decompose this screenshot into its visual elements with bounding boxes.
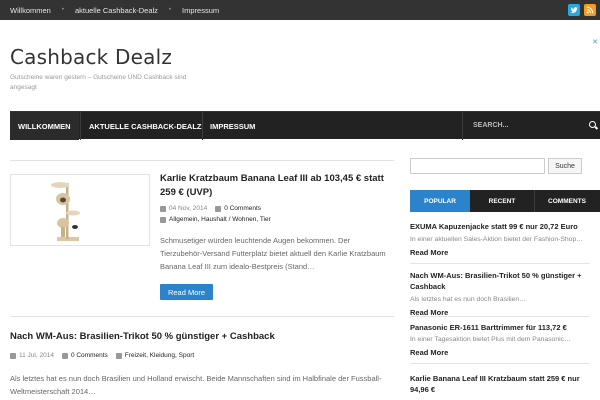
top-nav-item-willkommen[interactable]: Willkommen [10,6,51,15]
post-date: 04 Nov, 2014 [169,205,208,212]
sidebar-search-button[interactable]: Suche [548,158,582,174]
post-thumbnail[interactable] [10,174,150,246]
post-category-list[interactable]: Freizeit, Kleidung, Sport [125,352,194,359]
post-categories: Allgemein, Haushalt / Wohnen, Tier [160,216,271,223]
top-nav-item-impressum[interactable]: Impressum [182,6,219,15]
close-icon[interactable]: ✕ [592,38,598,46]
post-title[interactable]: Karlie Kratzbaum Banana Leaf III ab 103,… [160,172,392,200]
post-divider [10,160,394,161]
tab-recent[interactable]: RECENT [470,190,534,212]
main-nav: WILLKOMMEN AKTUELLE CASHBACK-DEALZ IMPRE… [10,111,600,140]
separator: • [61,7,64,13]
nav-search[interactable]: SEARCH... [462,112,600,140]
sidebar-post-title[interactable]: Panasonic ER-1611 Barttrimmer für 113,72… [410,322,590,333]
tab-popular[interactable]: POPULAR [410,190,470,212]
search-icon[interactable] [589,121,596,128]
twitter-icon[interactable] [568,4,580,16]
sidebar-divider [410,316,590,317]
site-tagline: Gutscheine waren gestern – Gutscheine UN… [10,74,187,91]
post-meta: 04 Nov, 2014 0 Comments [160,205,261,212]
sidebar-post-title[interactable]: Nach WM-Aus: Brasilien-Trikot 50 % günst… [410,270,590,292]
nav-item-impressum[interactable]: IMPRESSUM [202,112,263,140]
post-divider [10,316,394,317]
sidebar-divider [410,263,590,264]
nav-item-willkommen[interactable]: WILLKOMMEN [10,112,79,140]
folder-icon [160,216,166,223]
comments-icon [61,352,68,359]
sidebar-divider [410,363,590,364]
sidebar-read-more[interactable]: Read More [410,247,590,258]
sidebar-post-title[interactable]: EXUMA Kapuzenjacke statt 99 € nur 20,72 … [410,221,590,232]
top-bar: Willkommen • aktuelle Cashback-Dealz • I… [0,0,600,20]
comments-icon [215,205,222,212]
sidebar-read-more[interactable]: Read More [410,347,590,358]
post-comments[interactable]: 0 Comments [224,205,261,212]
sidebar-post-excerpt: In einer aktuellen Sales-Aktion bietet d… [410,236,584,243]
post-category-list[interactable]: Allgemein, Haushalt / Wohnen, Tier [169,216,271,223]
site-title[interactable]: Cashback Dealz [10,45,172,69]
top-nav-item-cashback-dealz[interactable]: aktuelle Cashback-Dealz [75,6,158,15]
post-date: 11 Jul, 2014 [19,352,54,359]
calendar-icon [10,352,16,359]
post-meta: 11 Jul, 2014 0 Comments Freizeit, Kleidu… [10,352,194,359]
cat-tree-image [51,182,80,241]
folder-icon [115,352,122,359]
nav-item-cashback-dealz[interactable]: AKTUELLE CASHBACK-DEALZ [81,112,210,140]
post-excerpt: Schmusetiger würden leuchtende Augen bek… [160,236,386,271]
calendar-icon [160,205,166,212]
nav-search-input[interactable]: SEARCH... [473,122,508,129]
post-excerpt: Als letztes hat es nun doch Brasilien un… [10,374,382,396]
post-title[interactable]: Nach WM-Aus: Brasilien-Trikot 50 % günst… [10,330,394,344]
read-more-button[interactable]: Read More [160,284,213,300]
rss-icon[interactable] [584,4,596,16]
separator: • [168,7,172,13]
sidebar-post-title[interactable]: Karlie Banana Leaf III Kratzbaum statt 2… [410,373,590,395]
tab-comments[interactable]: COMMENTS [534,190,600,212]
sidebar-post-excerpt: Als letztes hat es nun doch Brasilien… [410,296,526,303]
sidebar-post-excerpt: In einer Tagesaktion bietet Plus mit dem… [410,336,571,343]
post-comments[interactable]: 0 Comments [71,352,108,359]
top-nav: Willkommen • aktuelle Cashback-Dealz • I… [10,0,219,20]
sidebar-tabs: POPULAR RECENT COMMENTS [410,190,600,212]
sidebar-search-input[interactable] [410,158,545,174]
